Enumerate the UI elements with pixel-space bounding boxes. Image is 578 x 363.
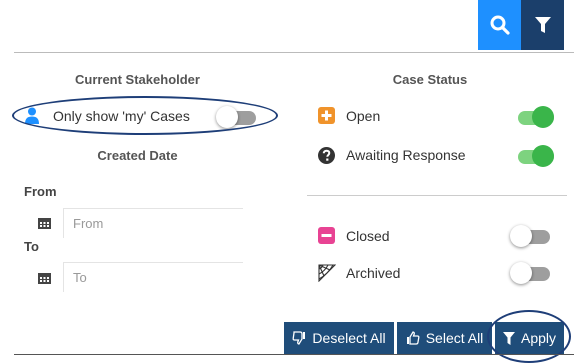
select-all-button[interactable]: Select All [397, 322, 492, 354]
from-label: From [24, 184, 57, 199]
plus-square-icon [318, 107, 335, 124]
status-open-label: Open [346, 108, 381, 124]
question-circle-icon [318, 147, 335, 164]
highlight-ellipse-apply [487, 310, 571, 363]
status-closed-toggle[interactable] [510, 225, 550, 247]
thumbs-down-icon [292, 331, 306, 345]
status-archived-toggle[interactable] [510, 262, 550, 284]
case-status-title: Case Status [392, 72, 468, 87]
deselect-all-button[interactable]: Deselect All [284, 322, 394, 354]
spider-web-icon [318, 264, 337, 283]
filter-icon [534, 17, 551, 33]
stakeholder-title: Current Stakeholder [75, 72, 200, 87]
to-date-placeholder: To [73, 270, 87, 285]
from-date-placeholder: From [73, 216, 104, 231]
highlight-ellipse-stakeholder [12, 96, 278, 135]
created-date-title: Created Date [97, 148, 178, 163]
to-date-input[interactable]: To [63, 262, 243, 292]
calendar-icon [38, 271, 51, 284]
thumbs-up-icon [406, 331, 420, 345]
status-divider [307, 195, 567, 196]
search-button[interactable] [478, 0, 521, 50]
header-divider [14, 52, 574, 53]
from-date-input[interactable]: From [63, 208, 243, 238]
deselect-all-label: Deselect All [312, 330, 386, 346]
filter-toggle-button[interactable] [521, 0, 564, 50]
search-icon [490, 15, 510, 35]
status-awaiting-label: Awaiting Response [346, 147, 466, 163]
select-all-label: Select All [425, 330, 484, 346]
status-closed-label: Closed [346, 228, 390, 244]
calendar-icon [38, 216, 51, 229]
to-label: To [24, 239, 39, 254]
footer-divider [14, 354, 574, 355]
minus-square-icon [318, 227, 335, 244]
status-archived-label: Archived [346, 265, 401, 281]
status-open-toggle[interactable] [514, 106, 554, 128]
status-awaiting-toggle[interactable] [514, 145, 554, 167]
